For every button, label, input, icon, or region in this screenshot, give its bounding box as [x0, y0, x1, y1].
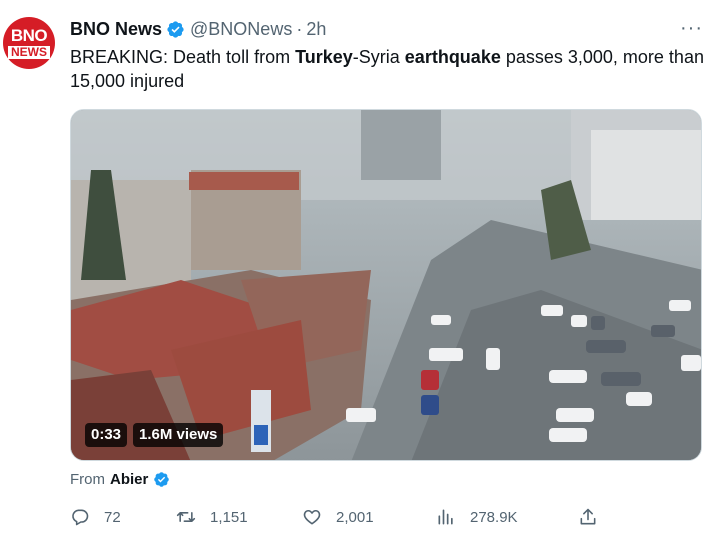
- from-label: From: [70, 470, 105, 488]
- hashtag-earthquake[interactable]: earthquake: [405, 47, 501, 67]
- video-duration: 0:33: [85, 423, 128, 447]
- views-button[interactable]: 278.9K: [436, 506, 518, 528]
- like-count: 2,001: [336, 508, 374, 526]
- video-player[interactable]: 0:33 1.6M views: [70, 109, 702, 461]
- source-attribution: From Abier: [70, 468, 175, 490]
- author-name[interactable]: BNO News: [70, 19, 162, 40]
- avatar-logo-line1: BNO: [10, 26, 48, 45]
- like-icon: [303, 509, 321, 525]
- separator-dot: ·: [296, 18, 303, 39]
- video-frame: [71, 110, 701, 460]
- verified-icon: [167, 20, 184, 38]
- timestamp[interactable]: 2h: [306, 19, 326, 40]
- reply-button[interactable]: 72: [70, 506, 121, 528]
- retweet-button[interactable]: 1,151: [176, 506, 248, 528]
- tweet-header: BNO News @BNONews · 2h: [70, 18, 326, 40]
- views-count: 278.9K: [470, 508, 518, 526]
- reply-count: 72: [104, 508, 121, 526]
- tweet-text-prefix: BREAKING: Death toll from: [70, 47, 296, 67]
- avatar[interactable]: BNO NEWS: [3, 17, 55, 69]
- source-name[interactable]: Abier: [110, 471, 148, 488]
- action-bar: 72 1,151 2,001 278.9K: [70, 506, 610, 528]
- tweet-text: BREAKING: Death toll from Turkey-Syria e…: [70, 45, 710, 93]
- video-views: 1.6M views: [133, 423, 224, 447]
- hashtag-turkey[interactable]: Turkey: [295, 47, 353, 67]
- author-handle[interactable]: @BNONews: [190, 19, 292, 40]
- retweet-count: 1,151: [210, 508, 248, 526]
- share-icon: [580, 508, 596, 525]
- like-button[interactable]: 2,001: [302, 506, 374, 528]
- share-button[interactable]: [578, 506, 612, 528]
- verified-icon: [154, 471, 170, 487]
- more-icon[interactable]: ···: [680, 18, 703, 38]
- retweet-icon: [176, 512, 196, 522]
- tweet-text-mid: -Syria: [352, 47, 405, 67]
- avatar-logo-line2: NEWS: [8, 46, 50, 59]
- views-icon: [438, 509, 453, 525]
- reply-icon: [72, 509, 89, 526]
